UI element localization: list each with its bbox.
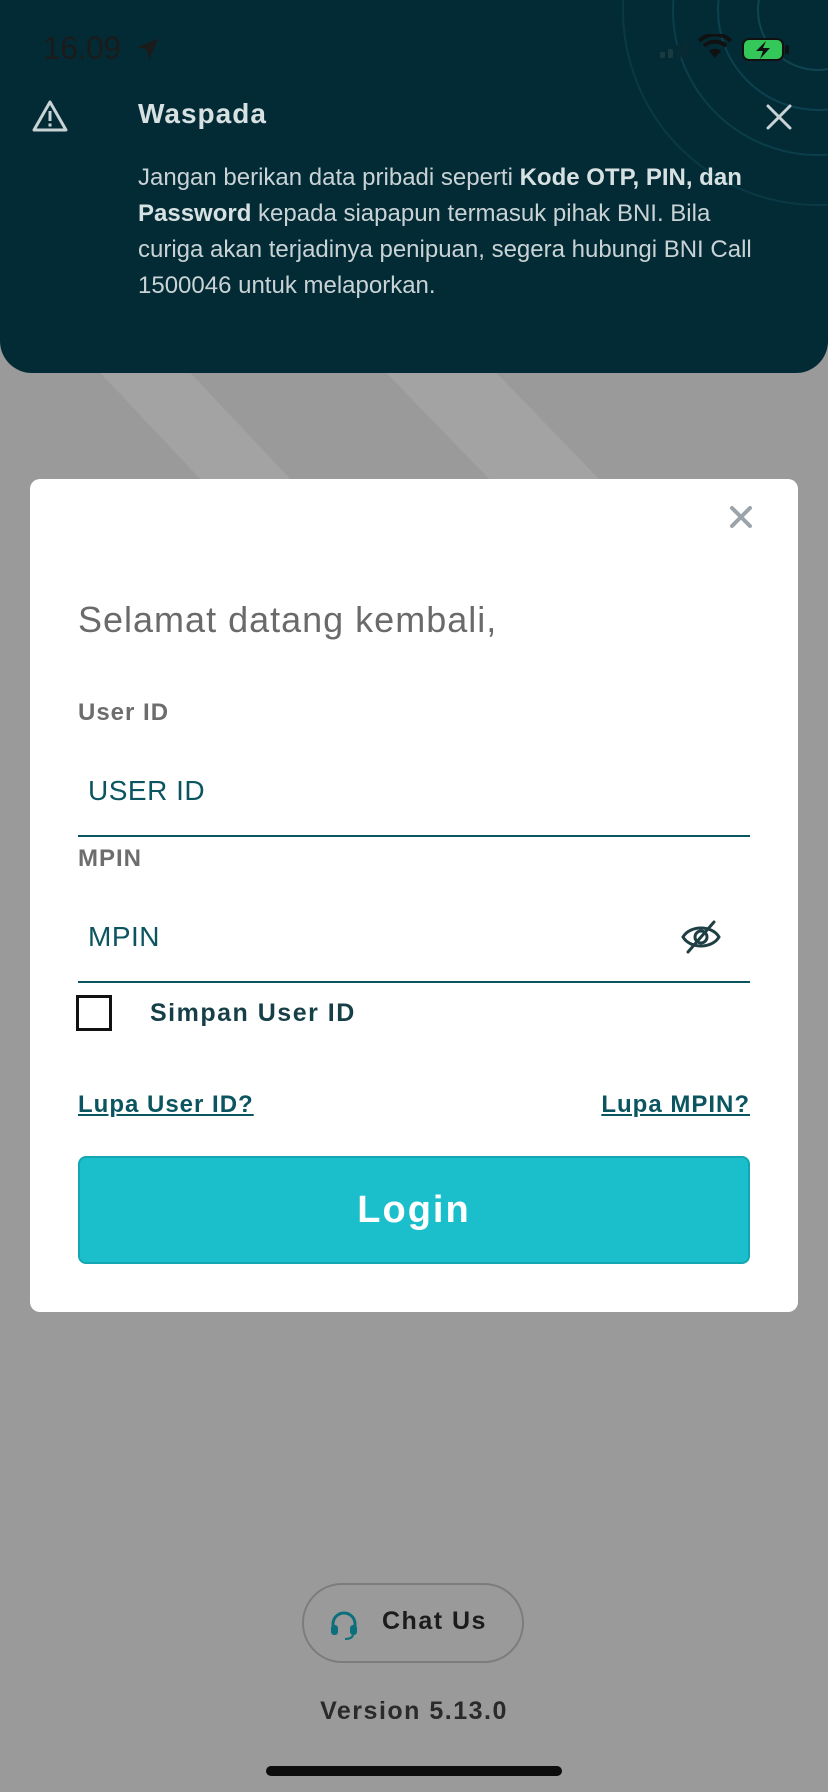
mpin-field-wrapper [78,895,750,983]
welcome-heading: Selamat datang kembali, [78,599,498,640]
user-id-label: User ID [78,699,170,726]
eye-off-icon[interactable] [680,919,722,955]
forgot-user-id-link[interactable]: Lupa User ID? [78,1091,254,1119]
app-version: Version 5.13.0 [320,1697,508,1725]
chat-us-button[interactable]: Chat Us [302,1583,524,1663]
remember-user-id-checkbox[interactable] [76,995,112,1031]
mpin-label: MPIN [78,845,142,872]
warning-triangle-icon [32,100,68,132]
status-time: 16.09 [43,30,121,66]
banner-title: Waspada [138,98,267,129]
remember-user-id-label[interactable]: Simpan User ID [150,999,356,1028]
banner-message: Jangan berikan data pribadi seperti Kode… [138,160,758,304]
home-indicator [266,1766,562,1776]
close-icon[interactable] [764,102,794,132]
banner-message-part1: Jangan berikan data pribadi seperti [138,164,520,191]
user-id-input[interactable] [78,749,688,833]
wifi-icon [698,34,732,58]
battery-charging-icon [742,38,789,61]
forgot-mpin-link[interactable]: Lupa MPIN? [601,1091,750,1119]
chat-us-label: Chat Us [382,1607,487,1635]
login-card: Selamat datang kembali, User ID MPIN Sim… [30,479,798,1312]
location-arrow-icon [137,38,159,60]
headset-icon [331,1611,357,1640]
close-icon[interactable] [728,504,754,530]
user-id-field-wrapper [78,749,750,837]
warning-banner: 16.09 Waspada Jangan berikan data pribad… [0,0,828,373]
login-button[interactable]: Login [78,1156,750,1264]
cellular-signal-icon [660,41,689,58]
mpin-input[interactable] [78,895,688,979]
